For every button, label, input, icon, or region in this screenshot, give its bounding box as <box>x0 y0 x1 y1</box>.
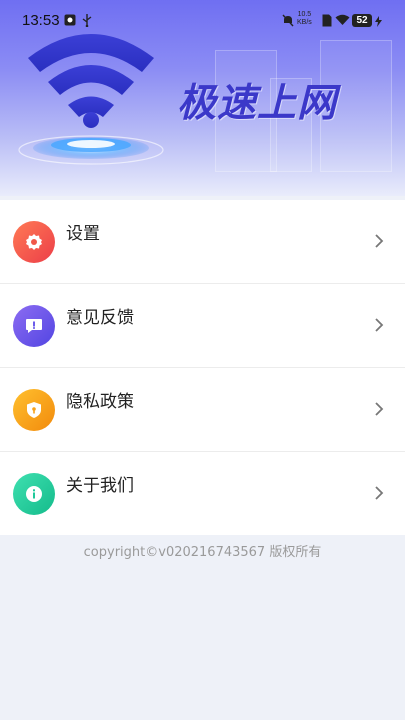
sim-icon <box>322 14 332 31</box>
chevron-right-icon <box>374 401 384 421</box>
menu-item-label: 隐私政策 <box>66 392 134 412</box>
menu-item-label: 关于我们 <box>66 476 134 496</box>
battery-indicator: 52 <box>352 14 372 27</box>
wifi-status-icon <box>335 14 350 30</box>
menu-item-feedback[interactable]: 意见反馈 <box>0 284 405 368</box>
menu-item-label: 意见反馈 <box>66 308 134 328</box>
menu-item-settings[interactable]: 设置 <box>0 200 405 284</box>
mute-icon <box>282 14 294 31</box>
menu-item-about[interactable]: 关于我们 <box>0 452 405 535</box>
menu-item-privacy[interactable]: 隐私政策 <box>0 368 405 452</box>
shield-icon <box>13 389 55 431</box>
network-speed: 10.5 KB/s <box>297 11 312 27</box>
chevron-right-icon <box>374 317 384 337</box>
menu-list: 设置 意见反馈 隐私政策 关于我们 <box>0 200 405 535</box>
status-time: 13:53 <box>22 12 60 29</box>
charging-icon <box>375 15 382 31</box>
app-title: 极速上网 <box>177 81 338 126</box>
network-speed-unit: KB/s <box>297 19 312 26</box>
header-banner: 13:53 10.5 KB/s 52 极速上网 <box>0 0 405 196</box>
network-speed-value: 10.5 <box>297 11 312 18</box>
chevron-right-icon <box>374 485 384 505</box>
chevron-right-icon <box>374 233 384 253</box>
gear-icon <box>13 221 55 263</box>
info-icon <box>13 473 55 515</box>
copyright-text: copyright©v020216743567 版权所有 <box>83 545 322 560</box>
wifi-icon <box>18 34 164 165</box>
menu-item-label: 设置 <box>66 224 100 244</box>
feedback-icon <box>13 305 55 347</box>
